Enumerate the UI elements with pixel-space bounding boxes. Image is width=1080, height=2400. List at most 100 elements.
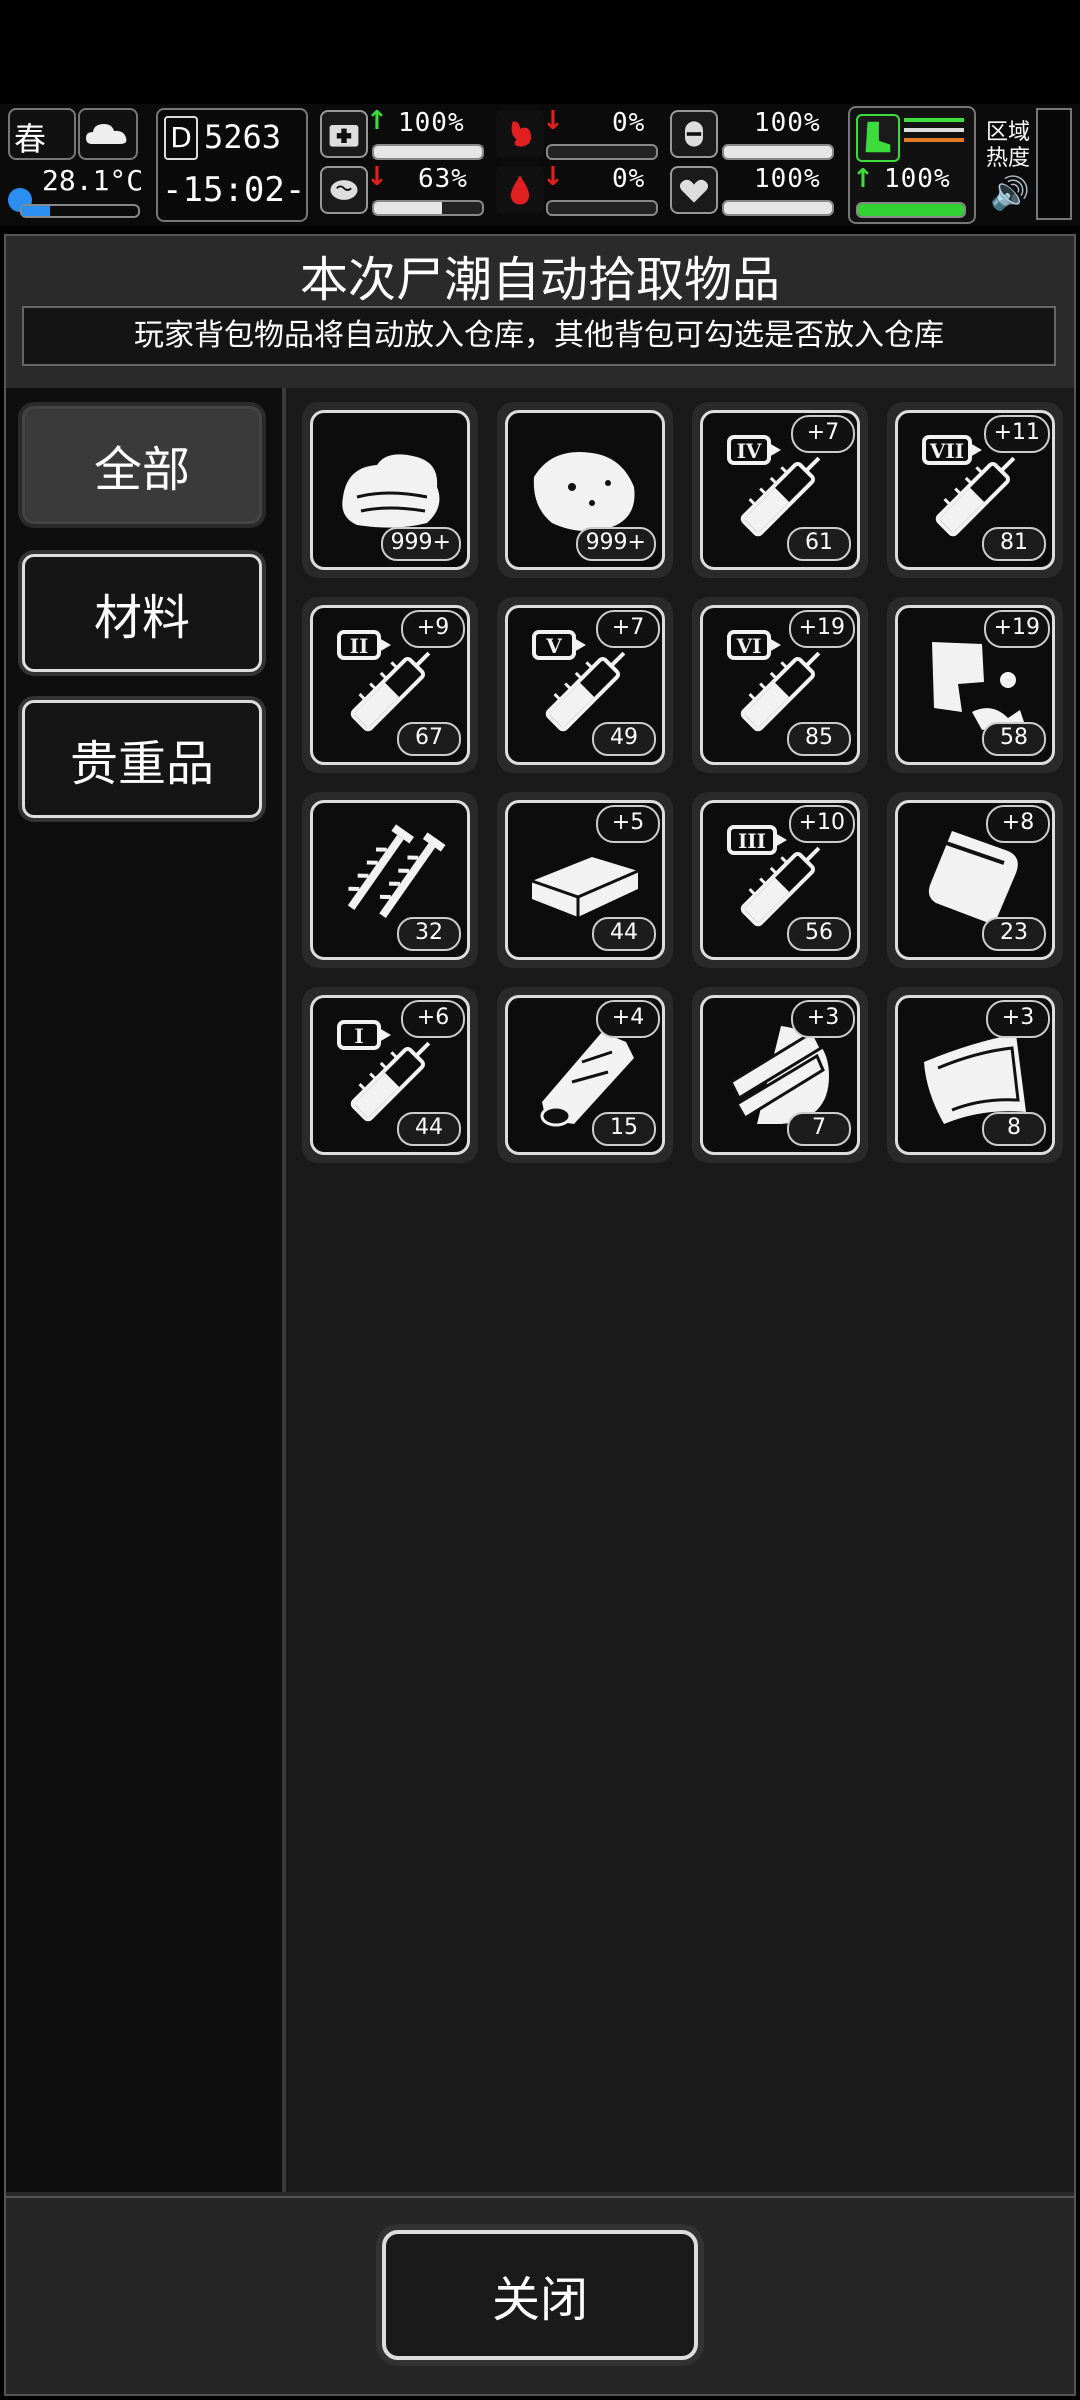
inventory-slot[interactable]: +8 23 [887,792,1063,968]
item-count: 58 [982,722,1046,756]
heart-icon [670,166,718,214]
gain-badge: +19 [983,610,1050,648]
svg-text:II: II [350,634,369,658]
item-count: 67 [397,722,461,756]
gain-badge: +8 [986,805,1050,843]
temperature-gauge [20,204,140,218]
trend-up-icon: ↑ [852,164,874,194]
inventory-slot[interactable]: +19 58 [887,597,1063,773]
bladder-icon [670,110,718,158]
stomach-icon [496,110,544,158]
trend-up-icon: ↑ [366,106,388,136]
item-count: 8 [982,1112,1046,1146]
inventory-slot[interactable]: 32 [302,792,478,968]
sanity-value: 63% [418,164,468,194]
item-count: 15 [592,1112,656,1146]
speaker-icon[interactable]: 🔊 [990,174,1030,212]
zone-heat-label: 区域 热度 [986,120,1031,171]
slot-frame: III +10 56 [700,800,860,960]
inventory-slot[interactable]: III +10 56 [692,792,868,968]
inventory-slot[interactable]: +3 7 [692,987,868,1163]
subtitle-notice: 玩家背包物品将自动放入仓库，其他背包可勾选是否放入仓库 [22,306,1056,366]
slot-frame: I +6 44 [310,995,470,1155]
item-count: 44 [592,917,656,951]
hunger-value: 0% [612,108,646,138]
trend-down-icon: ↓ [366,162,388,192]
item-count: 7 [787,1112,851,1146]
mood-bar [722,200,834,216]
hygiene-bar [722,144,834,160]
item-count: 999+ [380,527,461,561]
item-count: 81 [982,527,1046,561]
gain-badge: +3 [791,1000,855,1038]
inventory-slot[interactable]: IV +7 61 [692,402,868,578]
tab-materials[interactable]: 材料 [22,554,262,672]
stamina-value: 100% [884,164,951,194]
zone-heat-meter [1036,108,1072,220]
gain-badge: +19 [788,610,855,648]
gain-badge: +4 [596,1000,660,1038]
gain-badge: +10 [788,805,855,843]
season-label: 春 [14,120,47,158]
tab-all[interactable]: 全部 [22,406,262,524]
slot-frame: +3 7 [700,995,860,1155]
day-icon: D [164,116,198,160]
item-count: 32 [397,917,461,951]
category-sidebar: 全部 材料 贵重品 [6,388,286,2192]
inventory-slot[interactable]: 999+ [302,402,478,578]
gain-badge: +7 [596,610,660,648]
gain-badge: +11 [983,415,1050,453]
page-title: 本次尸潮自动拾取物品 [299,252,780,308]
inventory-slot[interactable]: +4 15 [497,987,673,1163]
stamina-lines [904,118,964,142]
slot-frame: 999+ [505,410,665,570]
slot-frame: +4 15 [505,995,665,1155]
inventory-slot[interactable]: 999+ [497,402,673,578]
slot-frame: +19 58 [895,605,1055,765]
health-value: 100% [398,108,465,138]
first-aid-icon [320,110,368,158]
item-count: 85 [787,722,851,756]
slot-frame: VII +11 81 [895,410,1055,570]
health-bar [372,144,484,160]
slot-frame: II +9 67 [310,605,470,765]
svg-text:III: III [738,829,766,853]
season-badge: 春 [8,108,76,160]
weather-cloud-icon [78,108,138,160]
item-count: 61 [787,527,851,561]
svg-text:VI: VI [736,634,762,658]
gain-badge: +7 [791,415,855,453]
inventory-slot[interactable]: VII +11 81 [887,402,1063,578]
svg-text:IV: IV [737,439,762,463]
stamina-panel: ↑ 100% [848,106,976,224]
inventory-slot[interactable]: +3 8 [887,987,1063,1163]
trend-down-icon: ↓ [542,106,564,136]
mood-value: 100% [754,164,821,194]
gain-badge: +3 [986,1000,1050,1038]
inventory-slot[interactable]: I +6 44 [302,987,478,1163]
boot-icon [856,114,900,162]
slot-frame: 32 [310,800,470,960]
close-button[interactable]: 关闭 [382,2230,698,2360]
svg-text:VII: VII [929,439,964,463]
inventory-slot[interactable]: +5 44 [497,792,673,968]
day-time-panel: D 5263 -15:02- [156,108,308,222]
tab-valuables[interactable]: 贵重品 [22,700,262,818]
blood-drop-icon [496,166,544,214]
slot-frame: IV +7 61 [700,410,860,570]
hygiene-value: 100% [754,108,821,138]
sanity-bar [372,200,484,216]
item-count: 23 [982,917,1046,951]
inventory-slot[interactable]: VI +19 85 [692,597,868,773]
day-counter: 5263 [204,118,282,156]
slot-frame: +3 8 [895,995,1055,1155]
svg-text:I: I [354,1024,363,1048]
item-count: 44 [397,1112,461,1146]
clock-readout: -15:02- [162,170,306,210]
inventory-slot[interactable]: II +9 67 [302,597,478,773]
item-count: 49 [592,722,656,756]
item-grid: 999+ 999+ IV +7 61 VII +11 81 II +9 67 V… [286,388,1074,2192]
trend-down-icon: ↓ [542,162,564,192]
thirst-value: 0% [612,164,646,194]
inventory-slot[interactable]: V +7 49 [497,597,673,773]
